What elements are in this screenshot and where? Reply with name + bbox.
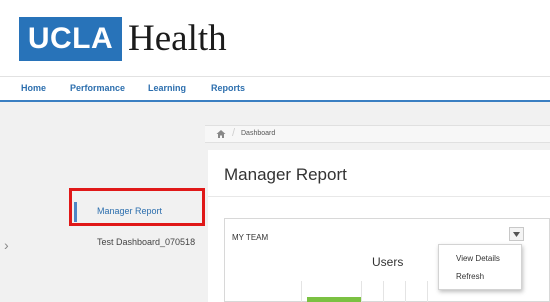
menu-item-view-details[interactable]: View Details <box>456 254 500 263</box>
collapse-chevron-icon[interactable]: › <box>4 237 9 253</box>
divider <box>208 196 550 197</box>
gridline <box>361 281 362 302</box>
page-title: Manager Report <box>224 165 347 184</box>
nav-reports[interactable]: Reports <box>211 83 245 93</box>
nav-home[interactable]: Home <box>21 83 46 93</box>
gridline <box>383 281 384 302</box>
gridline <box>405 281 406 302</box>
card-menu-button[interactable] <box>509 227 524 241</box>
highlight-box <box>69 188 205 226</box>
sidebar-item-test-dashboard[interactable]: Test Dashboard_070518 <box>97 237 195 247</box>
logo-health-text: Health <box>128 18 227 59</box>
home-icon[interactable] <box>216 129 226 139</box>
breadcrumb-separator: / <box>232 127 236 139</box>
logo-ucla-text: UCLA <box>27 22 114 55</box>
nav-learning[interactable]: Learning <box>148 83 186 93</box>
chart-bar[interactable] <box>307 297 361 302</box>
chart-title: Users <box>372 255 404 269</box>
breadcrumb-current[interactable]: Dashboard <box>241 130 275 137</box>
card-dropdown-menu: View Details Refresh <box>438 244 522 290</box>
app-header: UCLA Health <box>0 0 550 76</box>
gridline <box>301 281 302 302</box>
breadcrumb: / Dashboard <box>205 125 550 143</box>
top-nav: Home Performance Learning Reports <box>0 76 550 102</box>
card-title: MY TEAM <box>232 233 269 242</box>
caret-down-icon <box>513 232 520 237</box>
nav-performance[interactable]: Performance <box>70 83 125 93</box>
gridline <box>427 281 428 302</box>
ucla-logo[interactable]: UCLA <box>19 17 122 61</box>
menu-item-refresh[interactable]: Refresh <box>456 272 484 281</box>
